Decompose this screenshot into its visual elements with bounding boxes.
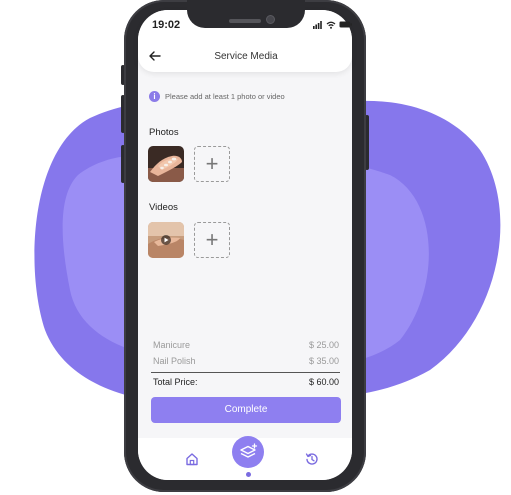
- photos-label: Photos: [149, 127, 179, 138]
- home-icon[interactable]: [185, 452, 199, 471]
- item-name: Nail Polish: [153, 356, 196, 366]
- battery-icon: [339, 21, 352, 28]
- wifi-icon: [326, 21, 335, 29]
- arrow-left-icon[interactable]: [149, 49, 161, 63]
- total-value: $ 60.00: [308, 377, 339, 387]
- manicure-photo-thumbnail[interactable]: [148, 146, 184, 182]
- history-icon[interactable]: [305, 452, 319, 471]
- item-name: Manicure: [153, 340, 191, 350]
- total-label: Total Price:: [153, 377, 198, 387]
- status-time: 19:02: [152, 19, 181, 31]
- speaker: [229, 19, 261, 23]
- status-icons: [313, 19, 352, 29]
- complete-button[interactable]: Complete: [151, 397, 341, 423]
- signal-icon: [313, 20, 322, 29]
- add-layers-icon: [240, 443, 258, 458]
- notch: [187, 0, 305, 28]
- videos-label: Videos: [149, 202, 178, 213]
- manicure-video-thumbnail[interactable]: [148, 222, 184, 258]
- plus-icon: +: [205, 151, 219, 176]
- item-price: $ 35.00: [308, 356, 339, 366]
- add-video-button[interactable]: +: [194, 222, 230, 258]
- add-photo-button[interactable]: +: [194, 146, 230, 182]
- add-layers-button[interactable]: [232, 436, 264, 468]
- manicure-video: [148, 222, 184, 258]
- plus-icon: +: [205, 227, 219, 252]
- manicure-photo: [148, 146, 184, 182]
- hint-text: Please add at least 1 photo or video: [165, 92, 285, 101]
- camera: [266, 15, 275, 24]
- info-icon: i: [149, 91, 160, 102]
- item-price: $ 25.00: [308, 340, 339, 350]
- summary-divider: [151, 372, 340, 373]
- page-title: Service Media: [214, 51, 278, 62]
- active-indicator: [246, 472, 251, 477]
